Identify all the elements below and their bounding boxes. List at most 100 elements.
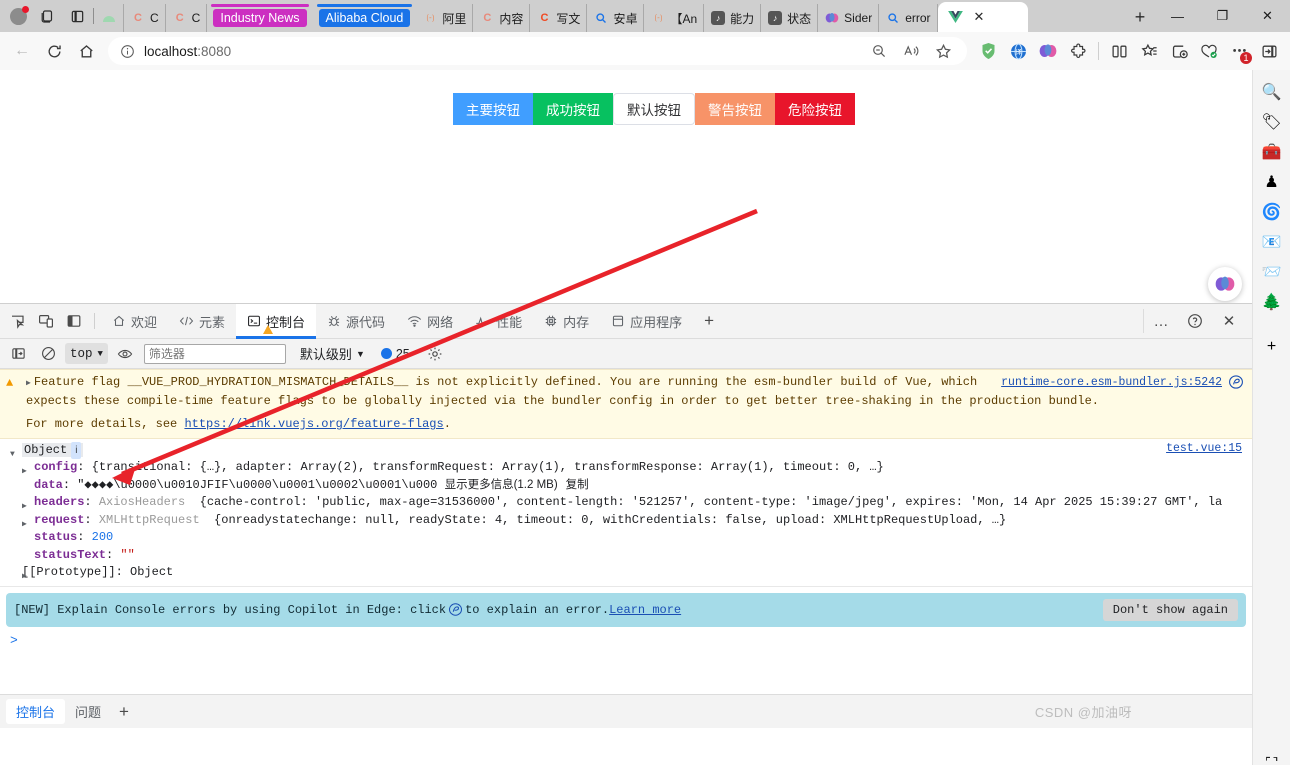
new-tab-button[interactable]: + bbox=[1125, 2, 1155, 32]
browser-essentials-icon[interactable] bbox=[1194, 36, 1224, 66]
object-property-row[interactable]: ▶ headers: AxiosHeaders {cache-control: '… bbox=[0, 494, 1252, 512]
reload-button[interactable] bbox=[38, 36, 70, 66]
page-button-0[interactable]: 主要按钮 bbox=[453, 93, 533, 125]
page-button-2[interactable]: 默认按钮 bbox=[613, 93, 695, 125]
dock-side-icon[interactable] bbox=[60, 307, 88, 335]
devtools-more-icon[interactable]: … bbox=[1144, 306, 1178, 336]
console-settings-gear-icon[interactable] bbox=[422, 342, 448, 366]
inspect-element-icon[interactable] bbox=[4, 307, 32, 335]
zoom-out-icon[interactable] bbox=[863, 36, 895, 66]
sidebar-games-icon[interactable]: ♟ bbox=[1257, 172, 1287, 192]
sidebar-outlook-icon[interactable]: 📧 bbox=[1257, 232, 1287, 252]
devtools-tab-4[interactable]: 网络 bbox=[396, 304, 464, 339]
translate-icon[interactable]: 译 bbox=[1003, 36, 1033, 66]
log-level-selector[interactable]: 默认级别 ▼ bbox=[300, 344, 365, 363]
back-button[interactable]: ← bbox=[6, 36, 38, 66]
devtools-tab-6[interactable]: 内存 bbox=[533, 304, 600, 339]
devtools-tab-2[interactable]: 控制台 bbox=[236, 303, 317, 339]
context-selector[interactable]: top ▼ bbox=[65, 343, 108, 364]
live-expression-icon[interactable] bbox=[112, 342, 138, 366]
browser-tab[interactable]: ♪ 状态 bbox=[761, 4, 819, 32]
devtools-close-icon[interactable]: ✕ bbox=[1212, 306, 1246, 336]
devtools-tab-5[interactable]: 性能 bbox=[464, 304, 533, 339]
drawer-tab-console[interactable]: 控制台 bbox=[6, 699, 66, 724]
sidebar-customize-sidebar-icon[interactable]: ⛶ bbox=[1257, 756, 1287, 765]
copilot-icon[interactable] bbox=[1228, 374, 1244, 390]
object-info-badge[interactable]: i bbox=[71, 441, 82, 459]
devtools-tab-7[interactable]: 应用程序 bbox=[600, 304, 693, 339]
settings-more-icon[interactable]: 1 bbox=[1224, 36, 1254, 66]
add-panel-button[interactable]: + bbox=[693, 304, 725, 339]
object-property-row[interactable]: statusText: "" bbox=[0, 547, 1252, 565]
browser-tab[interactable]: Alibaba Cloud bbox=[313, 4, 417, 32]
copy-button[interactable]: 复制 bbox=[566, 479, 589, 491]
page-button-3[interactable]: 警告按钮 bbox=[695, 93, 775, 125]
warning-source-link[interactable]: runtime-core.esm-bundler.js:5242 bbox=[1001, 375, 1222, 392]
sider-floating-button[interactable] bbox=[1208, 267, 1242, 301]
devtools-help-icon[interactable] bbox=[1178, 306, 1212, 336]
browser-tab[interactable]: CC bbox=[166, 4, 208, 32]
sidebar-shopping-tag-icon[interactable]: 🏷 bbox=[1257, 112, 1287, 132]
expand-triangle-icon[interactable]: ▶ bbox=[22, 568, 27, 586]
object-property-row[interactable]: data: "◆◆◆◆\u0000\u0010JFIF\u0000\u0001\… bbox=[0, 477, 1252, 495]
home-button[interactable] bbox=[70, 36, 102, 66]
message-count[interactable]: 25 bbox=[380, 347, 410, 361]
object-property-row[interactable]: ▶ config: {transitional: {…}, adapter: Ar… bbox=[0, 459, 1252, 477]
browser-tab[interactable] bbox=[95, 4, 124, 32]
browser-tab[interactable]: C 写文 bbox=[530, 4, 588, 32]
object-root-row[interactable]: ▼ Object i bbox=[0, 441, 1252, 459]
devtools-tab-0[interactable]: 欢迎 bbox=[101, 304, 168, 339]
sidebar-tree-icon[interactable]: 🌲 bbox=[1257, 292, 1287, 312]
url-bar[interactable]: localhost:8080 bbox=[108, 37, 967, 65]
sidebar-search-icon[interactable]: 🔍 bbox=[1257, 82, 1287, 102]
collections-icon[interactable] bbox=[1134, 36, 1164, 66]
console-filter-input[interactable] bbox=[143, 343, 286, 364]
minimize-button[interactable]: — bbox=[1155, 0, 1200, 32]
browser-tab[interactable]: 安卓 bbox=[587, 4, 645, 32]
browser-tab[interactable]: C 内容 bbox=[473, 4, 531, 32]
show-more-button[interactable]: 显示更多信息(1.2 MB) bbox=[445, 479, 558, 491]
site-info-icon[interactable] bbox=[116, 44, 138, 59]
browser-tab[interactable]: Industry News bbox=[207, 4, 312, 32]
sidebar-microsoft-365-icon[interactable]: 🌀 bbox=[1257, 202, 1287, 222]
clear-console-icon[interactable] bbox=[35, 342, 61, 366]
object-property-row[interactable]: status: 200 bbox=[0, 529, 1252, 547]
close-window-button[interactable]: ✕ bbox=[1245, 0, 1290, 32]
tab-copilot-icon[interactable] bbox=[32, 1, 62, 31]
tab-list-icon[interactable] bbox=[62, 1, 92, 31]
adguard-icon[interactable] bbox=[973, 36, 1003, 66]
drawer-add-tab-button[interactable]: + bbox=[119, 702, 129, 722]
page-button-4[interactable]: 危险按钮 bbox=[775, 93, 855, 125]
sidebar-toggle-icon[interactable] bbox=[1254, 36, 1284, 66]
vue-feature-flags-link[interactable]: https://link.vuejs.org/feature-flags bbox=[184, 417, 443, 431]
drawer-tab-issues[interactable]: 问题 bbox=[65, 699, 111, 724]
devtools-tab-1[interactable]: 元素 bbox=[168, 304, 236, 339]
device-toolbar-icon[interactable] bbox=[32, 307, 60, 335]
sidebar-toolbox-icon[interactable]: 🧰 bbox=[1257, 142, 1287, 162]
browser-tab[interactable]: ⟮-⟯ 【An bbox=[644, 4, 705, 32]
copilot-icon[interactable] bbox=[448, 602, 463, 617]
sidebar-add-sidebar-icon[interactable]: + bbox=[1257, 338, 1287, 356]
split-screen-icon[interactable] bbox=[1104, 36, 1134, 66]
object-property-row[interactable]: ▶ request: XMLHttpRequest {onreadystatech… bbox=[0, 512, 1252, 530]
console-prompt[interactable]: > bbox=[0, 627, 1252, 653]
maximize-button[interactable]: ❐ bbox=[1200, 0, 1245, 32]
sidebar-telegram-icon[interactable]: 📨 bbox=[1257, 262, 1287, 282]
devtools-tab-3[interactable]: 源代码 bbox=[316, 304, 396, 339]
sider-brain-icon[interactable] bbox=[1033, 36, 1063, 66]
expand-triangle-icon[interactable]: ▶ bbox=[26, 376, 31, 393]
page-button-1[interactable]: 成功按钮 bbox=[533, 93, 613, 125]
console-sidebar-icon[interactable] bbox=[5, 342, 31, 366]
dont-show-again-button[interactable]: Don't show again bbox=[1102, 598, 1238, 621]
browser-tab[interactable]: Sider bbox=[818, 4, 880, 32]
browser-tab[interactable]: error bbox=[879, 4, 938, 32]
read-aloud-icon[interactable] bbox=[895, 36, 927, 66]
profile-button[interactable] bbox=[4, 2, 32, 30]
browser-tab[interactable]: CC bbox=[124, 4, 166, 32]
copilot-learn-more-link[interactable]: Learn more bbox=[609, 603, 681, 617]
puzzle-icon[interactable] bbox=[1063, 36, 1093, 66]
browser-tab[interactable]: ⟮-⟯ 阿里 bbox=[416, 4, 474, 32]
add-collection-icon[interactable] bbox=[1164, 36, 1194, 66]
close-icon[interactable]: ✕ bbox=[974, 9, 985, 25]
favorite-star-icon[interactable] bbox=[927, 36, 959, 66]
